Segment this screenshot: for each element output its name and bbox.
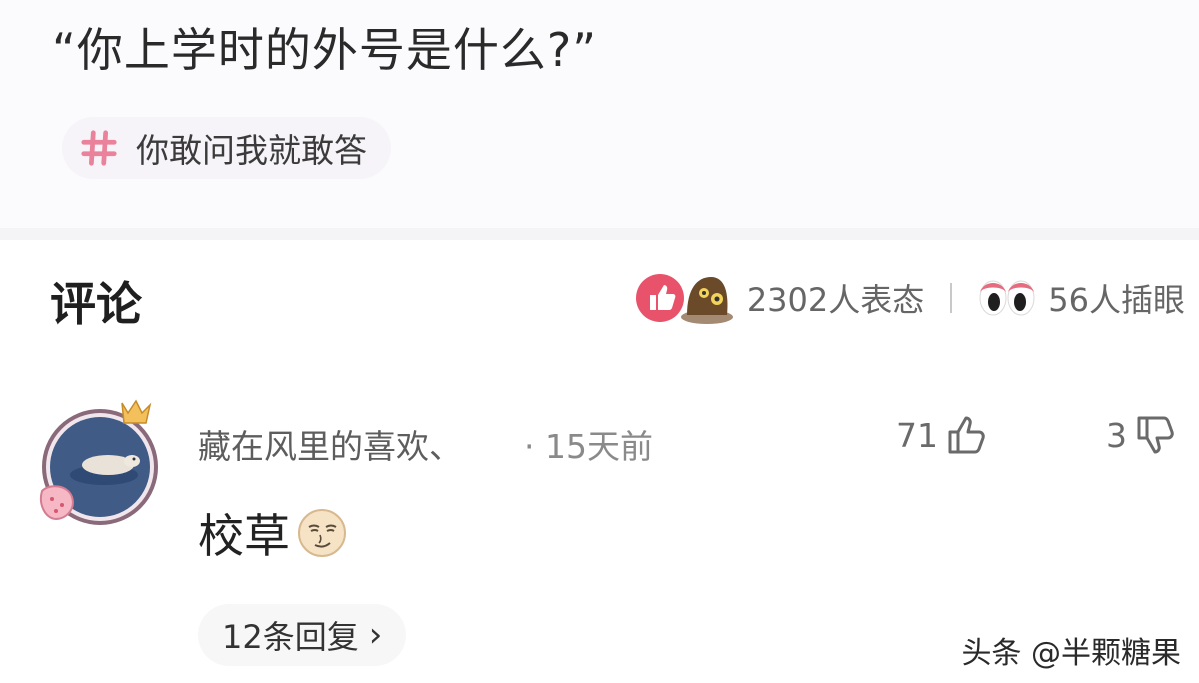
hash-icon [81,130,117,166]
page: “你上学时的外号是什么?” 你敢问我就敢答 评论 2302人表态 56人插眼 藏… [0,0,1199,683]
watermark: 头条 @半颗糖果 [961,636,1181,671]
comment-time: · 15天前 [524,427,653,466]
smirk-face-emoji-icon [298,509,346,557]
like-count: 71 [896,415,938,455]
comments-title: 评论 [50,277,142,331]
comment-username[interactable]: 藏在风里的喜欢、 [198,420,462,468]
chevron-right-icon: › [368,615,383,655]
thumbs-up-icon [948,416,985,454]
reaction-icons [635,271,735,325]
comment-body: 校草 [198,500,348,566]
reaction-count: 2302人表态 [746,281,925,319]
eyes-icon [979,280,1035,316]
reaction-summary[interactable]: 2302人表态 56人插眼 [635,268,1185,328]
topic-label: 你敢问我就敢答 [136,131,367,170]
replies-count: 12条回复 [222,618,359,656]
avatar[interactable] [38,395,168,535]
dislike-count: 3 [1106,415,1127,455]
thumbs-up-reaction-icon [635,274,684,322]
topic-tag[interactable]: 你敢问我就敢答 [62,117,391,179]
peek-reaction-icon [680,277,733,324]
thumbs-down-icon [1137,416,1174,454]
avatar-image [40,399,158,525]
question-block: “你上学时的外号是什么?” 你敢问我就敢答 [0,0,1199,228]
peek-count: 56人插眼 [1048,281,1185,319]
reaction-separator [950,283,953,313]
question-title: “你上学时的外号是什么?” [52,23,598,77]
view-replies-button[interactable]: 12条回复 › [198,604,407,666]
comment-text: 校草 [198,509,290,563]
section-divider [0,228,1199,240]
like-button[interactable]: 71 [896,412,990,458]
dislike-button[interactable]: 3 [1106,412,1179,458]
